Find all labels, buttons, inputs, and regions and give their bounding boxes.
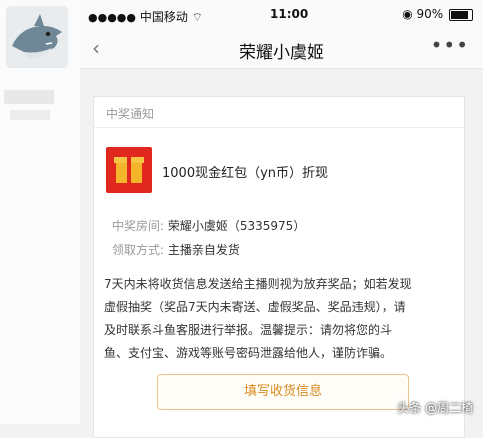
fill-shipping-info-button[interactable]: 填写收货信息	[157, 374, 409, 410]
room-value: 荣耀小虞姬（5335975）	[167, 219, 306, 233]
method-row: 领取方式: 主播亲自发货	[112, 241, 240, 258]
wifi-icon: ⌔	[191, 10, 203, 24]
room-label: 中奖房间:	[112, 219, 165, 233]
status-left: ●●●●● 中国移动 ⌔	[88, 8, 203, 25]
battery-icon	[449, 8, 473, 21]
prize-notice-card: 中奖通知 1000现金红包（yn币）折现 中奖房间: 荣耀小虞姬（5335975…	[93, 96, 465, 438]
shark-avatar-icon	[12, 14, 62, 59]
status-right: ◉ 90%	[402, 7, 473, 21]
method-value: 主播亲自发货	[167, 243, 240, 257]
more-icon[interactable]: •••	[431, 33, 469, 57]
nav-bar: ‹ 荣耀小虞姬 •••	[80, 30, 483, 69]
phone-screen: ●●●●● 中国移动 ⌔ 11:00 ◉ 90% ‹ 荣耀小虞姬 ••• 中奖通…	[80, 0, 483, 438]
divider	[94, 127, 464, 128]
description-line: 及时联系斗鱼客服进行举报。温馨提示：请勿将您的斗	[104, 323, 393, 337]
sidebar-blur	[10, 110, 50, 120]
description-line: 虚假抽奖（奖品7天内未寄送、虚假奖品、奖品违规），请	[104, 300, 406, 314]
card-title: 中奖通知	[106, 107, 155, 121]
method-label: 领取方式:	[112, 243, 165, 257]
battery-percent: 90%	[416, 7, 444, 21]
watermark: 头条 @周二椅	[397, 401, 473, 415]
orientation-lock-icon: ◉	[402, 7, 413, 21]
chat-sidebar	[0, 0, 80, 424]
description-line: 鱼、支付宝、游戏等账号密码泄露给他人，谨防诈骗。	[104, 346, 393, 360]
sidebar-blur	[4, 90, 54, 104]
page-title: 荣耀小虞姬	[239, 43, 324, 63]
status-bar: ●●●●● 中国移动 ⌔ 11:00 ◉ 90%	[80, 0, 483, 30]
status-time: 11:00	[270, 7, 309, 21]
prize-name: 1000现金红包（yn币）折现	[162, 166, 329, 181]
description-line: 7天内未将收货信息发送给主播则视为放弃奖品；如若发现	[104, 277, 412, 291]
carrier-label: 中国移动	[139, 10, 188, 24]
avatar[interactable]	[6, 6, 68, 68]
room-row: 中奖房间: 荣耀小虞姬（5335975）	[112, 217, 305, 234]
gift-icon	[106, 147, 152, 193]
signal-icon: ●●●●●	[88, 11, 136, 24]
notice-description: 7天内未将收货信息发送给主播则视为放弃奖品；如若发现 虚假抽奖（奖品7天内未寄送…	[104, 273, 449, 365]
